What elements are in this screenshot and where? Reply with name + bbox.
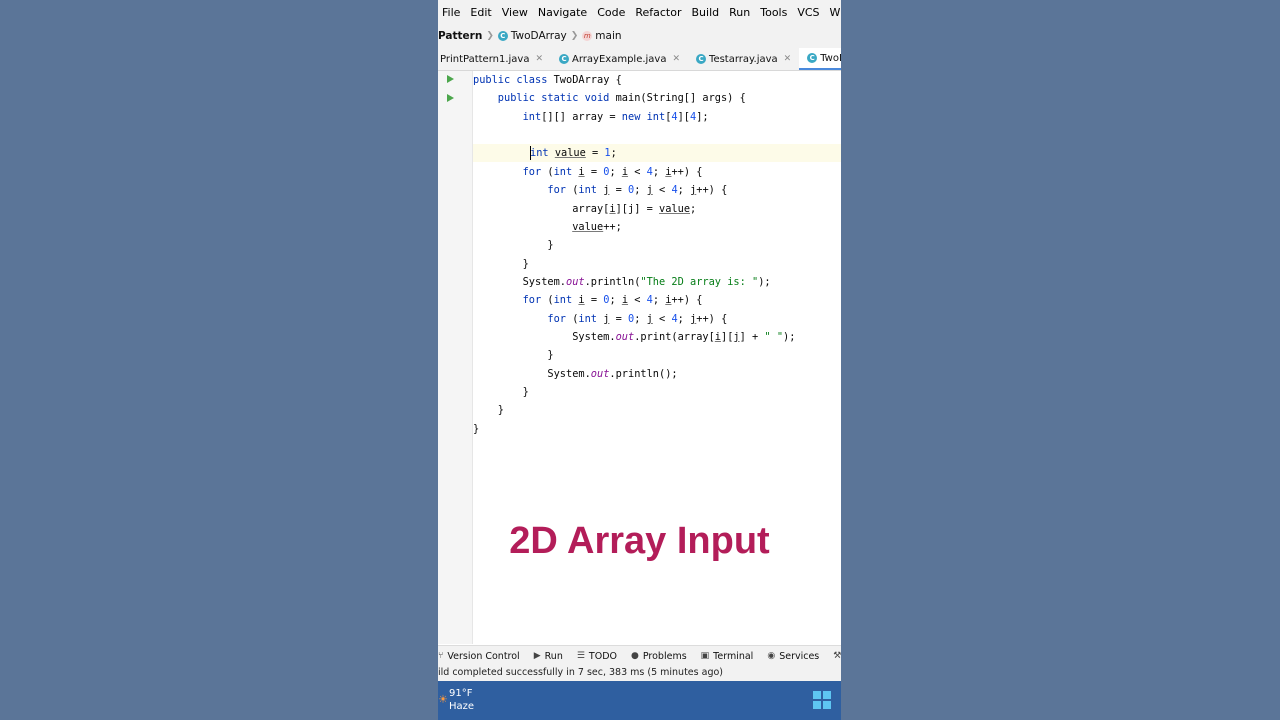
code-line: public static void main(String[] args) { [473, 92, 746, 104]
tab-printpattern1[interactable]: C PrintPattern1.java ✕ [438, 48, 551, 70]
code-line: System.out.println(); [473, 368, 678, 380]
code-line: } [473, 349, 554, 361]
toolwindow-todo[interactable]: ☰ TODO [577, 651, 617, 662]
menu-window[interactable]: Window [825, 6, 841, 19]
menu-code[interactable]: Code [592, 6, 630, 19]
menu-file[interactable]: File [438, 6, 465, 19]
menu-run[interactable]: Run [724, 6, 755, 19]
toolwindow-label: Services [779, 650, 820, 662]
chevron-right-icon: ❯ [570, 31, 579, 41]
warning-icon: ● [631, 651, 639, 661]
code-line: array[i][j] = value; [473, 203, 697, 215]
code-line: for (int i = 0; i < 4; i++) { [473, 166, 703, 178]
menu-refactor[interactable]: Refactor [630, 6, 686, 19]
current-line-highlight [473, 144, 841, 162]
tab-label: ArrayExample.java [572, 53, 667, 65]
windows-start-icon[interactable] [813, 691, 831, 709]
code-line: value++; [572, 221, 622, 233]
video-overlay-title: 2D Array Input [509, 520, 770, 562]
code-line: int[][] array = new int[4][4]; [473, 111, 709, 123]
close-icon[interactable]: ✕ [784, 54, 792, 64]
list-icon: ☰ [576, 651, 585, 661]
toolwindow-label: Version Control [447, 650, 520, 662]
weather-widget[interactable]: 91°F Haze [449, 687, 474, 713]
class-icon: C [497, 31, 508, 41]
menu-tools[interactable]: Tools [755, 6, 792, 19]
method-icon: m [582, 31, 593, 41]
class-icon: C [559, 54, 570, 64]
tab-label: TwoDArray [820, 52, 841, 64]
menu-bar: File Edit View Navigate Code Refactor Bu… [438, 0, 841, 24]
breadcrumb: Pattern ❯ C TwoDArray ❯ m main [438, 24, 841, 48]
branch-icon: ⑂ [438, 651, 444, 661]
toolwindow-label: Problems [642, 650, 687, 662]
code-line: for (int j = 0; j < 4; j++) { [473, 184, 728, 196]
editor-tabs: C PrintPattern1.java ✕ C ArrayExample.ja… [438, 48, 841, 71]
toolwindow-services[interactable]: ◉ Services [767, 651, 819, 662]
menu-navigate[interactable]: Navigate [533, 6, 592, 19]
code-line: } [473, 404, 504, 416]
toolwindow-problems[interactable]: ● Problems [631, 651, 687, 662]
menu-edit[interactable]: Edit [465, 6, 496, 19]
class-icon: C [807, 53, 818, 63]
menu-build[interactable]: Build [687, 6, 725, 19]
tab-twodarray[interactable]: C TwoDArray [799, 48, 841, 70]
terminal-icon: ▣ [700, 651, 710, 661]
toolwindow-label: Terminal [713, 650, 754, 662]
toolwindow-terminal[interactable]: ▣ Terminal [701, 651, 754, 662]
weather-condition: Haze [449, 701, 475, 712]
tool-window-bar: ⑂ Version Control ▶ Run ☰ TODO ● Problems ▣ T… [438, 645, 841, 666]
close-icon[interactable]: ✕ [672, 54, 680, 64]
weather-temp: 91°F [449, 688, 473, 699]
code-line: System.out.print(array[i][j] + " "); [473, 331, 796, 343]
code-line: for (int j = 0; j < 4; j++) { [473, 313, 728, 325]
code-line: for (int i = 0; i < 4; i++) { [473, 294, 703, 306]
tab-label: Testarray.java [709, 53, 778, 65]
breadcrumb-class[interactable]: TwoDArray [511, 30, 567, 42]
toolwindow-label: TODO [588, 650, 617, 662]
close-icon[interactable]: ✕ [535, 54, 543, 64]
code-line: System.out.println("The 2D array is: "); [473, 276, 771, 288]
toolwindow-label: Run [544, 650, 563, 662]
menu-view[interactable]: View [497, 6, 533, 19]
breadcrumb-project[interactable]: Pattern [438, 30, 482, 42]
services-icon: ◉ [767, 651, 776, 661]
breadcrumb-method[interactable]: main [595, 30, 621, 42]
code-line: int value = 1; [530, 147, 617, 159]
hammer-icon: ⚒ [833, 651, 841, 661]
run-icon[interactable] [447, 75, 454, 83]
tab-testarray[interactable]: C Testarray.java ✕ [688, 48, 799, 70]
status-message: ild completed successfully in 7 sec, 383… [438, 667, 723, 678]
text-caret [530, 146, 531, 160]
tab-label: PrintPattern1.java [440, 53, 530, 65]
code-line: } [473, 239, 554, 251]
class-icon: C [696, 54, 707, 64]
chevron-right-icon: ❯ [486, 31, 494, 41]
code-line: } [473, 258, 529, 270]
status-bar: ild completed successfully in 7 sec, 383… [438, 665, 841, 681]
run-icon[interactable] [447, 94, 454, 102]
ide-window: File Edit View Navigate Code Refactor Bu… [438, 0, 841, 720]
code-line: } [473, 423, 480, 435]
menu-vcs[interactable]: VCS [792, 6, 824, 19]
toolwindow-build[interactable]: ⚒Bu [833, 651, 841, 662]
toolwindow-run[interactable]: ▶ Run [534, 651, 563, 662]
toolwindow-version-control[interactable]: ⑂ Version Control [438, 651, 520, 662]
code-line: } [473, 386, 529, 398]
tab-arrayexample[interactable]: C ArrayExample.java ✕ [551, 48, 688, 70]
weather-icon: ☀ [438, 693, 448, 706]
taskbar: ☀ 91°F Haze [438, 681, 841, 720]
code-line: public class TwoDArray { [473, 74, 622, 86]
play-icon: ▶ [533, 651, 541, 661]
